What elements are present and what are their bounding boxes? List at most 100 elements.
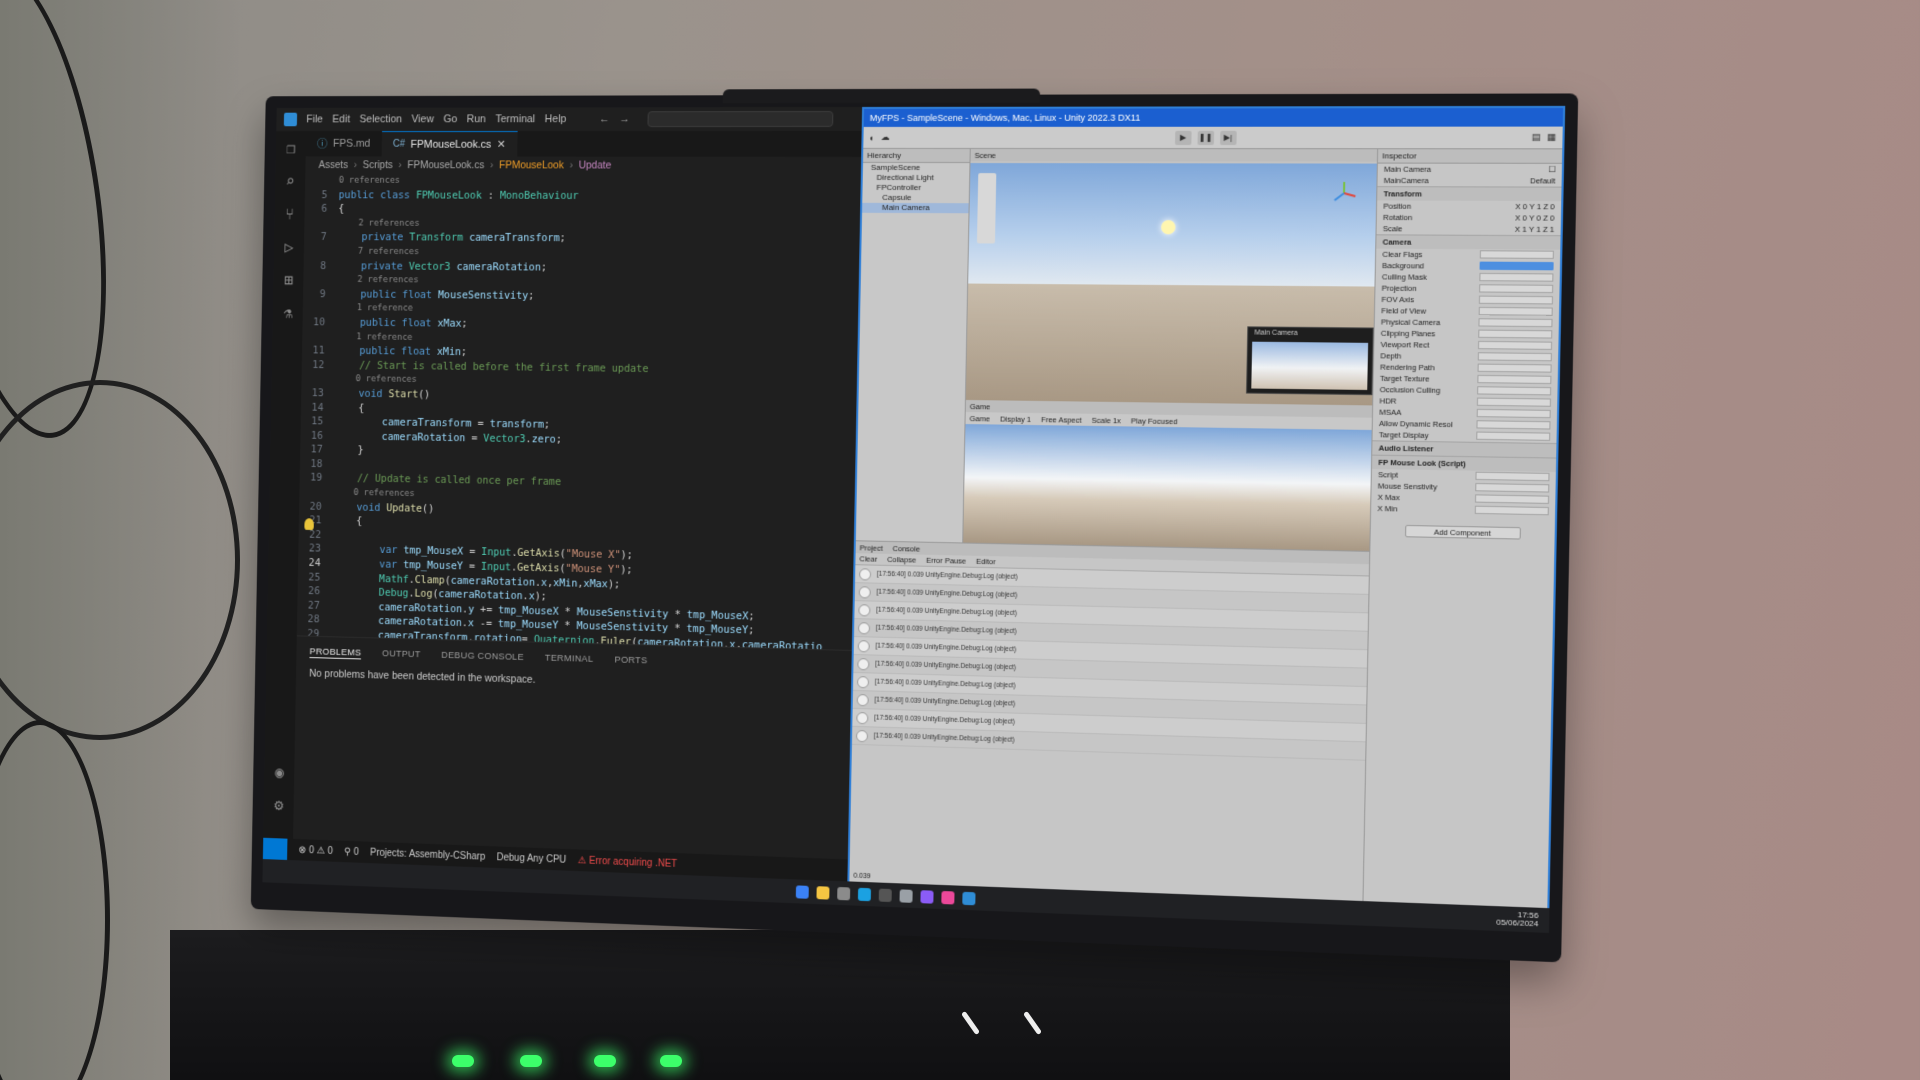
menu-help[interactable]: Help — [545, 113, 567, 125]
tag-value[interactable]: MainCamera — [1384, 176, 1429, 185]
camera-field-value[interactable] — [1480, 262, 1554, 271]
camera-field-value[interactable] — [1477, 398, 1551, 407]
camera-field-value[interactable] — [1477, 409, 1551, 418]
system-tray[interactable]: 17:56 05/06/2024 — [1496, 910, 1539, 928]
layout-dropdown[interactable]: ▦ — [1547, 132, 1556, 143]
camera-field-value[interactable] — [1480, 250, 1554, 259]
layer-value[interactable]: Default — [1530, 176, 1555, 185]
unity-account-icon[interactable]: ◐ — [869, 132, 875, 142]
accounts-icon[interactable]: ◉ — [264, 755, 294, 789]
taskbar-app-icon[interactable] — [816, 886, 829, 899]
camera-field-value[interactable] — [1479, 296, 1553, 305]
game-toolbar-item[interactable]: Scale 1x — [1092, 415, 1121, 425]
add-component-button[interactable]: Add Component — [1405, 525, 1521, 540]
console-error-pause-button[interactable]: Error Pause — [926, 556, 966, 566]
script-field[interactable]: X Min — [1371, 503, 1555, 518]
game-toolbar-item[interactable]: Free Aspect — [1041, 415, 1082, 425]
tab-scene[interactable]: Scene — [975, 150, 996, 159]
camera-field-value[interactable] — [1478, 352, 1552, 361]
script-field-value[interactable] — [1475, 472, 1549, 481]
breadcrumb-item[interactable]: Assets — [318, 159, 348, 171]
hierarchy-item[interactable]: Directional Light — [863, 173, 970, 183]
hierarchy-item[interactable]: FPController — [862, 183, 969, 193]
menu-selection[interactable]: Selection — [359, 114, 402, 126]
hierarchy-item[interactable]: SampleScene — [863, 163, 970, 173]
taskbar-app-icon[interactable] — [857, 887, 870, 900]
camera-field-value[interactable] — [1479, 307, 1553, 316]
hierarchy-item[interactable]: Capsule — [862, 193, 969, 203]
inspector-header[interactable]: Inspector — [1378, 149, 1562, 164]
layers-dropdown[interactable]: ▤ — [1532, 132, 1541, 143]
breadcrumb-item[interactable]: FPMouseLook.cs — [407, 159, 484, 171]
scene-tools-overlay[interactable] — [977, 173, 996, 243]
menu-run[interactable]: Run — [467, 113, 486, 125]
camera-field-value[interactable] — [1479, 284, 1553, 293]
tab-game[interactable]: Game — [970, 402, 991, 411]
taskbar-app-icon[interactable] — [941, 890, 954, 904]
ports-count[interactable]: ⚲ 0 — [344, 846, 359, 857]
extensions-icon[interactable]: ⊞ — [273, 263, 303, 296]
project-status[interactable]: Projects: Assembly-CSharp — [370, 847, 485, 862]
settings-gear-icon[interactable]: ⚙ — [264, 787, 294, 821]
build-config-status[interactable]: Debug Any CPU — [497, 852, 567, 865]
menu-edit[interactable]: Edit — [332, 114, 350, 126]
menu-go[interactable]: Go — [443, 113, 457, 125]
tab-problems[interactable]: PROBLEMS — [309, 646, 361, 659]
breadcrumb-item[interactable]: Update — [579, 160, 612, 172]
game-toolbar-item[interactable]: Game — [970, 414, 991, 423]
taskbar-app-icon[interactable] — [899, 889, 912, 903]
camera-field-value[interactable] — [1477, 386, 1551, 395]
taskbar-app-icon[interactable] — [795, 885, 808, 898]
search-icon[interactable]: ⌕ — [275, 164, 305, 197]
scene-view[interactable]: Scene Main Camera — [966, 149, 1377, 405]
back-arrow-icon[interactable]: ← — [599, 113, 610, 125]
static-toggle[interactable]: ☐ — [1548, 165, 1555, 174]
camera-field-value[interactable] — [1476, 432, 1550, 441]
taskbar-app-icon[interactable] — [837, 886, 850, 899]
unity-cloud-icon[interactable]: ☁ — [881, 132, 890, 143]
remote-indicator-icon[interactable] — [263, 838, 288, 860]
run-debug-icon[interactable]: ▷ — [274, 230, 304, 263]
camera-field-value[interactable] — [1478, 341, 1552, 350]
tab-fpmouselook-cs[interactable]: C# FPMouseLook.cs ✕ — [381, 131, 517, 157]
lightbulb-icon[interactable] — [304, 518, 314, 530]
console-editor-dropdown[interactable]: Editor — [976, 557, 996, 566]
camera-field-value[interactable] — [1478, 330, 1552, 339]
taskbar-app-icon[interactable] — [962, 891, 975, 905]
hierarchy-header[interactable]: Hierarchy — [863, 149, 970, 163]
taskbar-app-icon[interactable] — [878, 888, 891, 901]
step-button[interactable]: ▶| — [1220, 130, 1237, 144]
menu-file[interactable]: File — [306, 114, 323, 126]
tab-output[interactable]: OUTPUT — [382, 648, 421, 661]
tab-console[interactable]: Console — [893, 544, 921, 554]
console-clear-button[interactable]: Clear — [859, 554, 877, 563]
codelens[interactable]: 0 references — [305, 174, 861, 190]
menu-view[interactable]: View — [411, 113, 434, 125]
explorer-icon[interactable]: ❐ — [276, 131, 306, 164]
scene-gizmo-icon[interactable] — [1330, 180, 1358, 207]
camera-field-value[interactable] — [1479, 273, 1553, 282]
game-view[interactable]: Game Game Display 1 Free Aspect Scale 1x… — [963, 400, 1372, 551]
camera-field-value[interactable] — [1478, 364, 1552, 373]
object-name[interactable]: Main Camera — [1384, 165, 1431, 174]
script-field-value[interactable] — [1475, 494, 1549, 504]
menu-terminal[interactable]: Terminal — [495, 113, 535, 125]
breadcrumb-item[interactable]: Scripts — [363, 159, 393, 171]
console-collapse-button[interactable]: Collapse — [887, 555, 916, 565]
command-center-search[interactable] — [647, 111, 833, 127]
hierarchy-item[interactable]: Main Camera — [862, 203, 969, 213]
camera-field-value[interactable] — [1476, 420, 1550, 429]
source-control-icon[interactable]: ⑂ — [274, 197, 304, 230]
pause-button[interactable]: ❚❚ — [1197, 130, 1214, 144]
component-camera[interactable]: Camera — [1376, 234, 1560, 249]
tab-project[interactable]: Project — [860, 543, 883, 552]
script-field-value[interactable] — [1475, 506, 1549, 516]
camera-field-value[interactable] — [1478, 318, 1552, 327]
tab-fps-md[interactable]: ⓘ FPS.md — [306, 131, 382, 156]
script-field-value[interactable] — [1475, 483, 1549, 493]
tab-terminal[interactable]: TERMINAL — [545, 653, 594, 666]
play-button[interactable]: ▶ — [1175, 130, 1192, 144]
camera-field-value[interactable] — [1477, 375, 1551, 384]
code-editor[interactable]: 0 references 5 public class FPMouseLook : … — [297, 174, 861, 650]
forward-arrow-icon[interactable]: → — [619, 113, 630, 125]
